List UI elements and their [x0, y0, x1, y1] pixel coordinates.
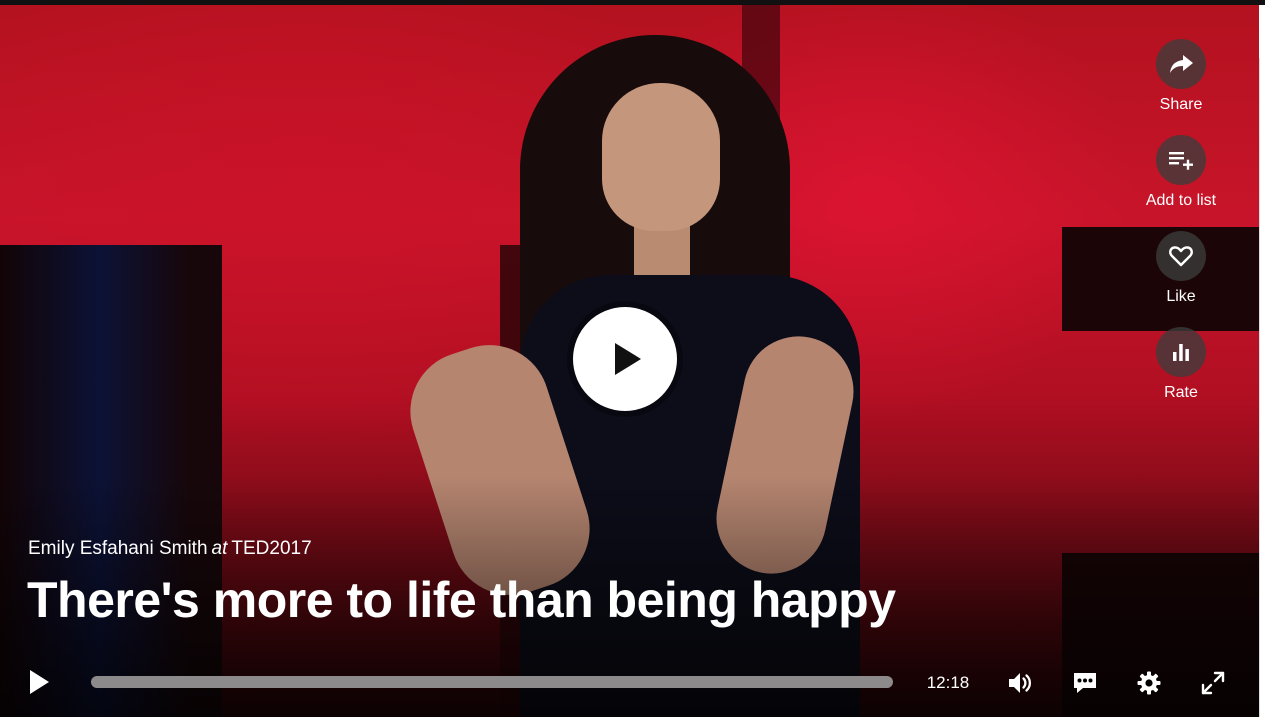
captions-button[interactable] [1069, 667, 1101, 699]
volume-icon [1009, 673, 1032, 693]
big-play-circle [573, 307, 677, 411]
speaker-face [602, 83, 720, 231]
talk-title: There's more to life than being happy [27, 572, 896, 628]
add-to-list-button[interactable]: Add to list [1134, 135, 1228, 231]
like-button[interactable]: Like [1134, 231, 1228, 327]
video-player[interactable]: Share Add to list Like Rate Emily Esfaha… [0, 5, 1259, 717]
captions-icon [1074, 673, 1096, 693]
fullscreen-button[interactable] [1197, 667, 1229, 699]
heart-icon [1169, 246, 1193, 267]
like-circle [1156, 231, 1206, 281]
control-bar: 12:18 [0, 655, 1259, 711]
speaker-name[interactable]: Emily Esfahani Smith [28, 538, 208, 559]
like-label: Like [1166, 288, 1196, 305]
duration-text: 12:18 [926, 673, 970, 692]
settings-icon [1137, 671, 1161, 695]
share-button[interactable]: Share [1134, 39, 1228, 135]
fullscreen-icon [1201, 671, 1225, 695]
volume-button[interactable] [1004, 667, 1036, 699]
share-label: Share [1159, 96, 1203, 113]
big-play-button[interactable] [567, 301, 683, 417]
add-to-list-label: Add to list [1145, 192, 1217, 209]
add-to-list-circle [1156, 135, 1206, 185]
bar-chart-icon [1173, 344, 1189, 361]
event-name[interactable]: TED2017 [231, 538, 311, 559]
play-icon [30, 670, 49, 694]
share-circle [1156, 39, 1206, 89]
progress-bar[interactable] [91, 676, 893, 688]
share-icon [1170, 55, 1193, 73]
rate-circle [1156, 327, 1206, 377]
playlist-add-icon [1169, 152, 1193, 170]
at-word: at [211, 538, 228, 559]
settings-button[interactable] [1133, 667, 1165, 699]
rate-button[interactable]: Rate [1134, 327, 1228, 423]
play-button[interactable] [22, 665, 56, 699]
speaker-event-line: Emily Esfahani Smith at TED2017 [28, 538, 312, 560]
rate-label: Rate [1164, 384, 1198, 401]
side-actions: Share Add to list Like Rate [1134, 39, 1228, 423]
page-edge [1259, 58, 1265, 717]
play-icon [615, 343, 641, 375]
